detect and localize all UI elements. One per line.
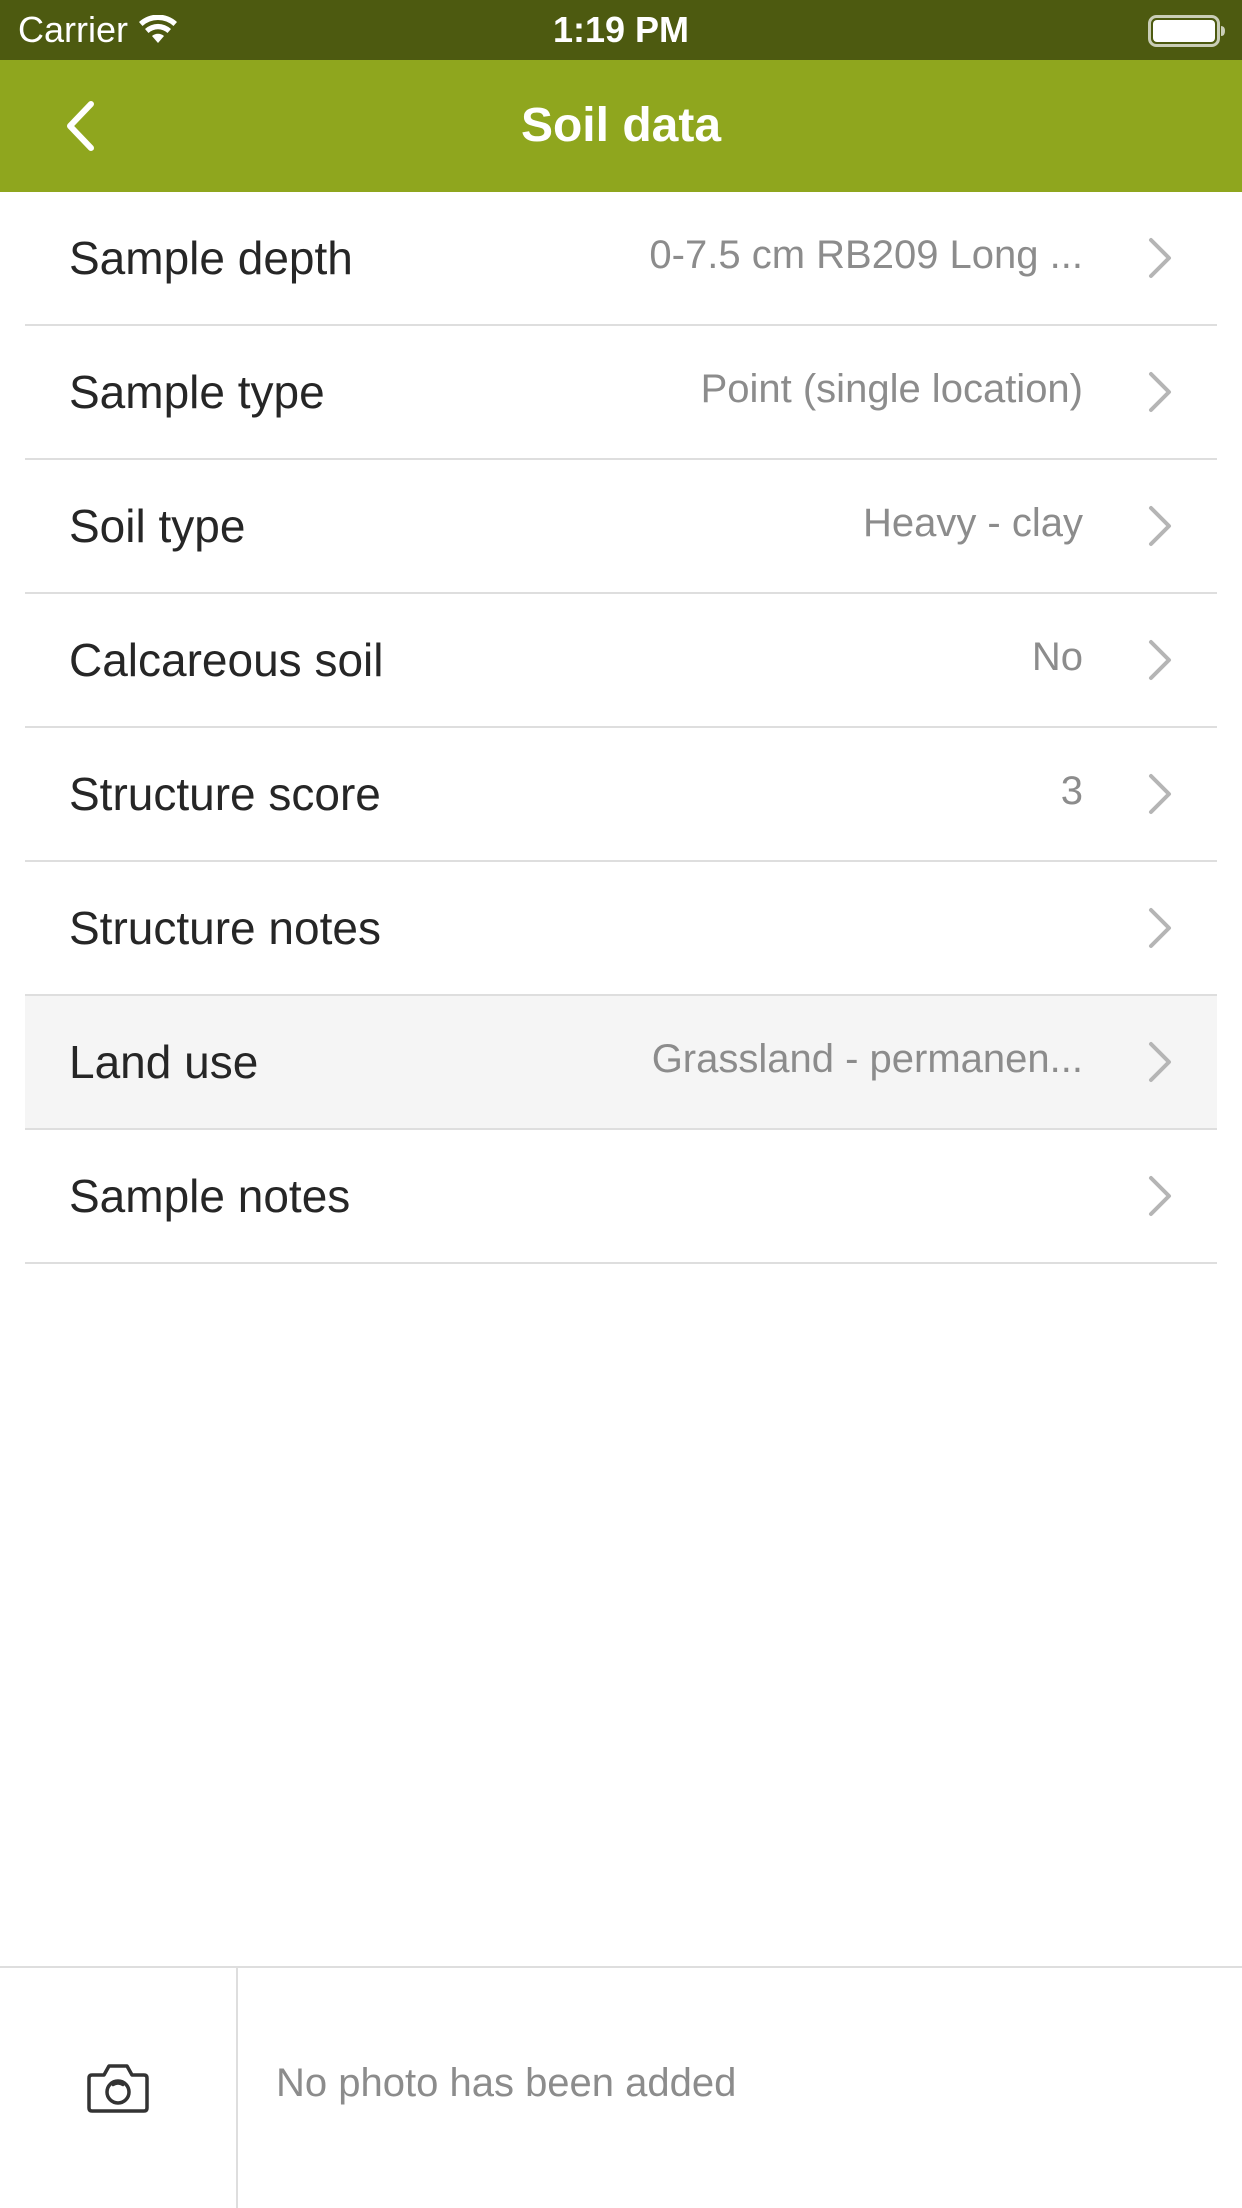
row-sample-depth[interactable]: Sample depth 0-7.5 cm RB209 Long ...: [25, 192, 1217, 326]
chevron-right-icon: [1149, 372, 1171, 412]
row-structure-score[interactable]: Structure score 3: [25, 728, 1217, 862]
row-soil-type[interactable]: Soil type Heavy - clay: [25, 460, 1217, 594]
chevron-right-icon: [1149, 238, 1171, 278]
row-label: Land use: [69, 1036, 259, 1088]
chevron-right-icon: [1149, 640, 1171, 680]
battery-icon: [1148, 15, 1225, 47]
row-value: Heavy - clay: [862, 501, 1083, 545]
photo-footer: No photo has been added: [0, 1966, 1242, 2208]
row-structure-notes[interactable]: Structure notes: [25, 862, 1217, 996]
row-label: Sample depth: [69, 232, 353, 284]
row-label: Soil type: [69, 500, 246, 552]
chevron-right-icon: [1149, 908, 1171, 948]
chevron-right-icon: [1149, 506, 1171, 546]
row-value: No: [1031, 635, 1083, 679]
row-value: Grassland - permanen...: [651, 1037, 1083, 1081]
chevron-right-icon: [1149, 1176, 1171, 1216]
status-time: 1:19 PM: [552, 9, 690, 50]
row-value: 3: [1060, 769, 1083, 813]
row-label: Calcareous soil: [69, 634, 384, 686]
status-bar: Carrier 1:19 PM: [0, 0, 1242, 60]
add-photo-button[interactable]: [0, 1968, 238, 2208]
row-land-use[interactable]: Land use Grassland - permanen...: [25, 996, 1217, 1130]
page-title: Soil data: [520, 99, 722, 152]
row-label: Structure score: [69, 768, 381, 820]
row-value: 0-7.5 cm RB209 Long ...: [649, 233, 1083, 277]
row-calcareous-soil[interactable]: Calcareous soil No: [25, 594, 1217, 728]
row-label: Sample notes: [69, 1170, 351, 1222]
chevron-right-icon: [1149, 1042, 1171, 1082]
camera-icon: [87, 2064, 149, 2113]
no-photo-message: No photo has been added: [276, 2061, 737, 2105]
row-label: Sample type: [69, 366, 325, 418]
row-value: Point (single location): [700, 367, 1083, 411]
navigation-bar: Soil data: [0, 60, 1242, 192]
row-label: Structure notes: [69, 902, 381, 954]
row-sample-type[interactable]: Sample type Point (single location): [25, 326, 1217, 460]
row-sample-notes[interactable]: Sample notes: [25, 1130, 1217, 1264]
soil-data-list: Sample depth 0-7.5 cm RB209 Long ... Sam…: [25, 192, 1217, 1264]
chevron-right-icon: [1149, 774, 1171, 814]
